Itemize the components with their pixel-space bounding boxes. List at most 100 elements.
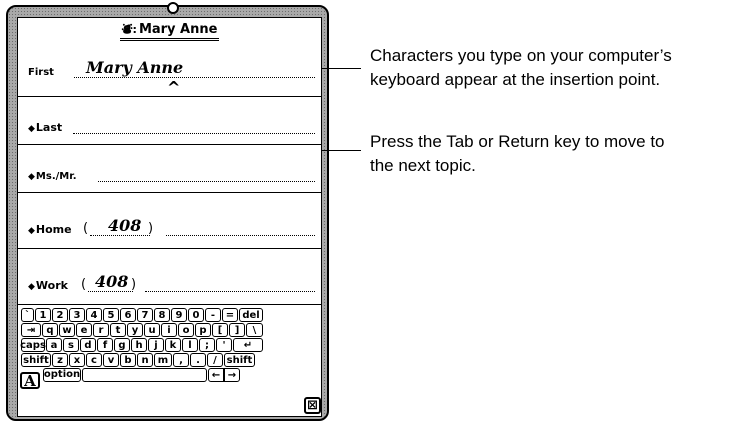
keyboard-type-button[interactable]: A xyxy=(20,372,40,390)
key-x[interactable]: x xyxy=(69,353,85,367)
last-label: ◆Last xyxy=(28,121,63,134)
diamond-icon: ◆ xyxy=(28,172,35,182)
key-n[interactable]: n xyxy=(137,353,153,367)
stylus-notch xyxy=(167,2,179,14)
field-divider xyxy=(18,304,321,305)
key-3[interactable]: 3 xyxy=(69,308,85,322)
key-v[interactable]: v xyxy=(103,353,119,367)
key-shift-right[interactable]: shift xyxy=(224,353,255,367)
first-name-field[interactable]: First Mary Anne xyxy=(28,58,315,80)
last-dotted-line xyxy=(73,133,315,134)
key-j[interactable]: j xyxy=(148,338,164,352)
first-label: First xyxy=(28,67,54,78)
diamond-icon: ◆ xyxy=(28,124,35,134)
key-5[interactable]: 5 xyxy=(103,308,119,322)
field-divider xyxy=(18,96,321,97)
key-1[interactable]: 1 xyxy=(35,308,51,322)
home-label: ◆Home xyxy=(28,223,72,236)
key-4[interactable]: 4 xyxy=(86,308,102,322)
key-a[interactable]: a xyxy=(46,338,62,352)
keyboard-row-home: caps a s d f g h j k l ; ' ↵ xyxy=(20,338,264,353)
work-area-code: 408 xyxy=(95,272,129,291)
area-open-paren: ( xyxy=(83,221,89,236)
key-right-bracket[interactable]: ] xyxy=(229,323,245,337)
key-b[interactable]: b xyxy=(120,353,136,367)
key-w[interactable]: w xyxy=(59,323,75,337)
close-keyboard-button[interactable]: ⊠ xyxy=(304,397,321,414)
keyboard-row-numbers: ` 1 2 3 4 5 6 7 8 9 0 - = del xyxy=(21,308,264,323)
work-phone-field[interactable]: ◆Work ( 408 ) xyxy=(28,272,315,294)
key-t[interactable]: t xyxy=(110,323,126,337)
callout-text-line: Press the Tab or Return key to move to xyxy=(370,132,665,151)
key-comma[interactable]: , xyxy=(173,353,189,367)
key-7[interactable]: 7 xyxy=(137,308,153,322)
key-equals[interactable]: = xyxy=(222,308,238,322)
card-title-text: Mary Anne xyxy=(138,22,218,37)
home-area-line xyxy=(90,235,150,236)
work-label: ◆Work xyxy=(28,279,68,292)
newton-device-frame: ⛇: Mary Anne First Mary Anne ^ ◆Last ◆Ms.… xyxy=(6,2,329,421)
key-return[interactable]: ↵ xyxy=(233,338,263,352)
diamond-icon: ◆ xyxy=(28,282,35,292)
key-8[interactable]: 8 xyxy=(154,308,170,322)
key-s[interactable]: s xyxy=(63,338,79,352)
key-tab[interactable]: ⇥ xyxy=(21,323,41,337)
area-close-paren: ) xyxy=(148,221,154,236)
key-backtick[interactable]: ` xyxy=(21,308,34,322)
area-close-paren: ) xyxy=(131,277,137,292)
key-2[interactable]: 2 xyxy=(52,308,68,322)
first-dotted-line xyxy=(74,77,315,78)
key-k[interactable]: k xyxy=(165,338,181,352)
key-minus[interactable]: - xyxy=(205,308,221,322)
insertion-point-callout: Characters you type on your computer’s k… xyxy=(370,44,672,92)
key-shift-left[interactable]: shift xyxy=(21,353,51,367)
key-o[interactable]: o xyxy=(178,323,194,337)
key-quote[interactable]: ' xyxy=(216,338,232,352)
key-semicolon[interactable]: ; xyxy=(199,338,215,352)
key-option[interactable]: option xyxy=(43,368,81,382)
key-0[interactable]: 0 xyxy=(188,308,204,322)
honorific-field[interactable]: ◆Ms./Mr. xyxy=(28,164,315,184)
key-f[interactable]: f xyxy=(97,338,113,352)
key-r[interactable]: r xyxy=(93,323,109,337)
key-e[interactable]: e xyxy=(76,323,92,337)
key-slash[interactable]: / xyxy=(207,353,223,367)
callout-text-line: Characters you type on your computer’s xyxy=(370,46,672,65)
key-caps-lock[interactable]: caps xyxy=(20,338,46,352)
key-l[interactable]: l xyxy=(182,338,198,352)
key-d[interactable]: d xyxy=(80,338,96,352)
key-backslash[interactable]: \ xyxy=(246,323,263,337)
honorific-dotted-line xyxy=(98,181,315,182)
names-card-screen: ⛇: Mary Anne First Mary Anne ^ ◆Last ◆Ms.… xyxy=(17,17,322,417)
first-value: Mary Anne xyxy=(86,58,184,77)
last-name-field[interactable]: ◆Last xyxy=(28,116,315,136)
key-9[interactable]: 9 xyxy=(171,308,187,322)
work-number-line xyxy=(145,291,315,292)
callout-text-line: the next topic. xyxy=(370,156,476,175)
key-m[interactable]: m xyxy=(154,353,172,367)
key-p[interactable]: p xyxy=(195,323,211,337)
close-box-icon: ⊠ xyxy=(307,398,318,413)
key-arrow-left[interactable]: ← xyxy=(208,368,224,382)
key-arrow-right[interactable]: → xyxy=(224,368,240,382)
key-u[interactable]: u xyxy=(144,323,160,337)
home-phone-field[interactable]: ◆Home ( 408 ) xyxy=(28,216,315,238)
key-z[interactable]: z xyxy=(52,353,68,367)
diamond-icon: ◆ xyxy=(28,226,35,236)
key-6[interactable]: 6 xyxy=(120,308,136,322)
person-card-icon: ⛇: xyxy=(121,23,137,36)
keyboard-row-qwerty: ⇥ q w e r t y u i o p [ ] \ xyxy=(21,323,264,338)
key-c[interactable]: c xyxy=(86,353,102,367)
field-divider xyxy=(18,144,321,145)
key-h[interactable]: h xyxy=(131,338,147,352)
key-g[interactable]: g xyxy=(114,338,130,352)
key-delete[interactable]: del xyxy=(239,308,263,322)
key-y[interactable]: y xyxy=(127,323,143,337)
key-q[interactable]: q xyxy=(42,323,58,337)
key-space[interactable] xyxy=(82,368,207,382)
key-i[interactable]: i xyxy=(161,323,177,337)
key-left-bracket[interactable]: [ xyxy=(212,323,228,337)
insertion-caret-icon: ^ xyxy=(167,78,181,97)
card-title: ⛇: Mary Anne xyxy=(18,21,321,41)
key-period[interactable]: . xyxy=(190,353,206,367)
